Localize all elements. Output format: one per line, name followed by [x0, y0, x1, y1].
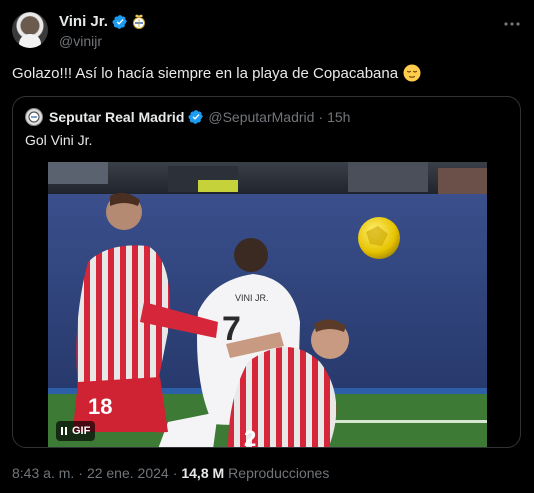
quoted-time[interactable]: 15h [327, 109, 350, 125]
quoted-text: Gol Vini Jr. [25, 132, 93, 148]
meta-separator: · [78, 465, 83, 481]
author-handle[interactable]: @vinijr [59, 33, 102, 49]
verified-badge-icon[interactable] [188, 109, 204, 125]
verified-badge-icon[interactable] [112, 14, 128, 30]
quoted-handle[interactable]: @SeputarMadrid [208, 109, 314, 125]
quoted-header: Seputar Real Madrid @SeputarMadrid · 15h [25, 108, 350, 126]
jersey-right-number: 2 [244, 426, 256, 448]
quoted-display-name[interactable]: Seputar Real Madrid [49, 109, 184, 125]
pause-icon[interactable] [61, 427, 67, 435]
view-count-label: Reproducciones [228, 465, 330, 481]
quoted-tweet[interactable]: Seputar Real Madrid @SeputarMadrid · 15h… [12, 96, 521, 448]
author-name-row: Vini Jr. [59, 13, 146, 30]
gif-badge[interactable]: GIF [56, 421, 96, 441]
tweet-time[interactable]: 8:43 a. m. [12, 465, 74, 481]
gif-label: GIF [72, 425, 91, 437]
tweet-header: Vini Jr. @vinijr [12, 12, 522, 52]
author-display-name[interactable]: Vini Jr. [59, 13, 108, 30]
jersey-center-name: VINI JR. [235, 293, 269, 303]
view-count: 14,8 M [181, 465, 225, 481]
quoted-separator: · [318, 109, 324, 125]
gif-frame: VINI JR. 7 18 2 [48, 162, 487, 448]
jersey-left-number: 18 [88, 394, 112, 419]
real-madrid-crest-icon [132, 14, 145, 29]
tweet-text-row: Golazo!!! Así lo hacía siempre en la pla… [12, 64, 421, 82]
tweet-date[interactable]: 22 ene. 2024 [87, 465, 169, 481]
meta-separator: · [172, 465, 178, 481]
gif-media[interactable]: VINI JR. 7 18 2 GIF [48, 162, 487, 448]
relieved-face-emoji [403, 64, 421, 82]
quoted-avatar[interactable] [25, 108, 43, 126]
tweet-meta: 8:43 a. m. · 22 ene. 2024 · 14,8 M Repro… [12, 465, 329, 481]
more-icon[interactable] [502, 14, 522, 34]
author-avatar[interactable] [12, 12, 48, 48]
tweet-text: Golazo!!! Así lo hacía siempre en la pla… [12, 64, 399, 82]
